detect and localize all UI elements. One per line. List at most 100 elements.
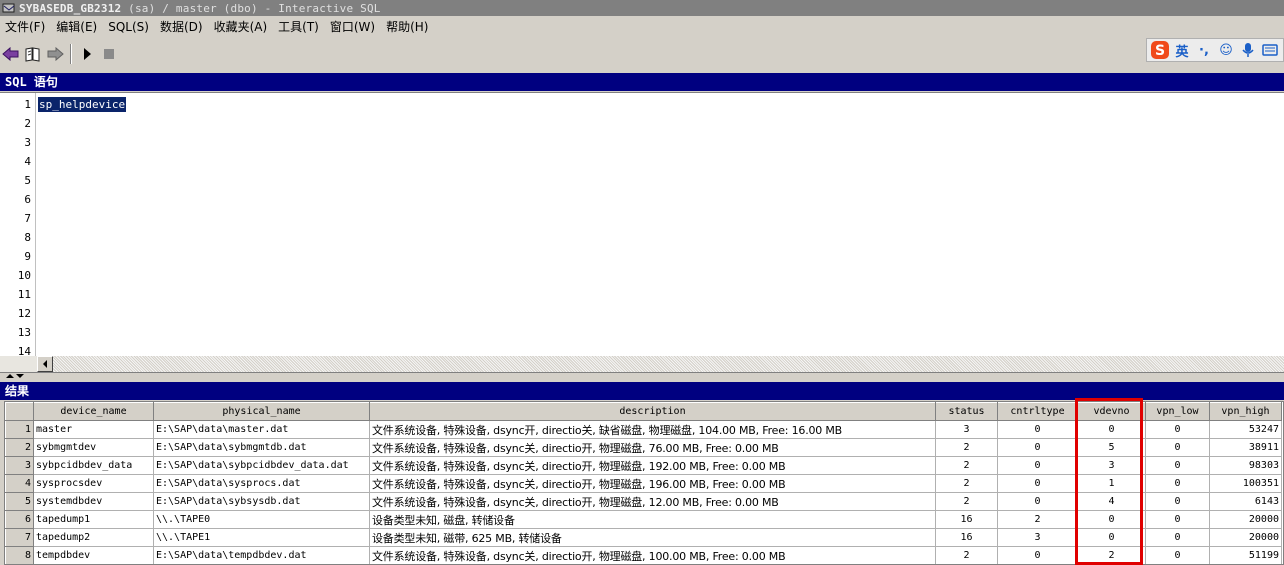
cell-vdevno[interactable]: 0 [1077,528,1146,547]
sql-editor[interactable]: 1 2 3 4 5 6 7 8 9 10 11 12 13 14 sp_help… [0,92,1284,358]
cell-description[interactable]: 文件系统设备, 特殊设备, dsync关, directio开, 物理磁盘, 1… [369,474,936,493]
cell-vpn-high[interactable]: 38911 [1209,438,1282,457]
sql-code-line[interactable]: sp_helpdevice [38,97,127,112]
menu-data[interactable]: 数据(D) [155,17,209,37]
cell-status[interactable]: 16 [935,528,998,547]
row-number[interactable]: 2 [5,438,34,457]
cell-vdevno[interactable]: 3 [1077,456,1146,475]
cell-device-name[interactable]: sysprocsdev [33,474,154,493]
table-row[interactable]: 2 sybmgmtdev E:\SAP\data\sybmgmtdb.dat 文件系统… [5,438,1282,457]
menu-favorites[interactable]: 收藏夹(A) [209,17,274,37]
cell-vdevno[interactable]: 0 [1077,420,1146,439]
table-row[interactable]: 6 tapedump1 \\.\TAPE0 设备类型未知, 磁盘, 转储设备 16 2 0 0… [5,510,1282,529]
cell-status[interactable]: 2 [935,438,998,457]
cell-physical-name[interactable]: E:\SAP\data\master.dat [153,420,370,439]
cell-physical-name[interactable]: E:\SAP\data\sybmgmtdb.dat [153,438,370,457]
splitter-arrows-icon[interactable] [4,373,24,379]
punctuation-icon[interactable]: ·, [1193,39,1215,61]
cell-device-name[interactable]: tapedump1 [33,510,154,529]
cell-cntrltype[interactable]: 0 [997,474,1078,493]
cell-description[interactable]: 文件系统设备, 特殊设备, dsync开, directio关, 缺省磁盘, 物… [369,420,936,439]
cell-physical-name[interactable]: E:\SAP\data\sysprocs.dat [153,474,370,493]
scroll-track[interactable] [53,356,1284,372]
cell-cntrltype[interactable]: 2 [997,510,1078,529]
cell-status[interactable]: 2 [935,492,998,511]
emoji-icon[interactable]: ☺ [1215,39,1237,61]
pane-splitter[interactable] [0,372,1284,380]
cell-cntrltype[interactable]: 0 [997,546,1078,564]
column-header-vdevno[interactable]: vdevno [1077,402,1146,421]
row-number[interactable]: 7 [5,528,34,547]
row-number[interactable]: 3 [5,456,34,475]
forward-arrow-icon[interactable] [44,43,66,65]
row-number[interactable]: 5 [5,492,34,511]
cell-vpn-high[interactable]: 20000 [1209,510,1282,529]
row-number[interactable]: 8 [5,546,34,564]
menu-window[interactable]: 窗口(W) [325,17,381,37]
cell-physical-name[interactable]: E:\SAP\data\sybsysdb.dat [153,492,370,511]
cell-vpn-low[interactable]: 0 [1145,492,1210,511]
sogou-logo-icon[interactable]: S [1149,39,1171,61]
row-number[interactable]: 6 [5,510,34,529]
cell-cntrltype[interactable]: 0 [997,438,1078,457]
row-number[interactable]: 1 [5,420,34,439]
cell-description[interactable]: 文件系统设备, 特殊设备, dsync关, directio开, 物理磁盘, 1… [369,456,936,475]
scroll-left-button[interactable] [37,356,53,372]
cell-vpn-low[interactable]: 0 [1145,438,1210,457]
table-row[interactable]: 8 tempdbdev E:\SAP\data\tempdbdev.dat 文件系统设… [5,546,1282,564]
cell-vpn-low[interactable]: 0 [1145,474,1210,493]
cell-physical-name[interactable]: E:\SAP\data\tempdbdev.dat [153,546,370,564]
column-header-vpn-high[interactable]: vpn_high [1209,402,1282,421]
cell-vdevno[interactable]: 1 [1077,474,1146,493]
cell-status[interactable]: 3 [935,420,998,439]
cell-vpn-low[interactable]: 0 [1145,456,1210,475]
cell-physical-name[interactable]: E:\SAP\data\sybpcidbdev_data.dat [153,456,370,475]
cell-vpn-high[interactable]: 6143 [1209,492,1282,511]
cell-device-name[interactable]: sybmgmtdev [33,438,154,457]
cell-device-name[interactable]: tempdbdev [33,546,154,564]
table-row[interactable]: 3 sybpcidbdev_data E:\SAP\data\sybpcidbdev… [5,456,1282,475]
cell-cntrltype[interactable]: 0 [997,420,1078,439]
cell-physical-name[interactable]: \\.\TAPE1 [153,528,370,547]
menu-edit[interactable]: 编辑(E) [51,17,103,37]
back-arrow-icon[interactable] [0,43,22,65]
cell-vpn-high[interactable]: 100351 [1209,474,1282,493]
row-number[interactable]: 4 [5,474,34,493]
column-header-status[interactable]: status [935,402,998,421]
cell-status[interactable]: 2 [935,474,998,493]
cell-description[interactable]: 设备类型未知, 磁盘, 转储设备 [369,510,936,529]
cell-status[interactable]: 16 [935,510,998,529]
cell-vpn-low[interactable]: 0 [1145,546,1210,564]
cell-vpn-high[interactable]: 51199 [1209,546,1282,564]
column-header-physical-name[interactable]: physical_name [153,402,370,421]
menu-help[interactable]: 帮助(H) [381,17,434,37]
cell-description[interactable]: 文件系统设备, 特殊设备, dsync关, directio开, 物理磁盘, 1… [369,546,936,564]
cell-device-name[interactable]: sybpcidbdev_data [33,456,154,475]
cell-vdevno[interactable]: 5 [1077,438,1146,457]
cell-vdevno[interactable]: 4 [1077,492,1146,511]
column-header-description[interactable]: description [369,402,936,421]
cell-vpn-high[interactable]: 53247 [1209,420,1282,439]
cell-vpn-high[interactable]: 20000 [1209,528,1282,547]
cell-vpn-low[interactable]: 0 [1145,420,1210,439]
cell-vpn-high[interactable]: 98303 [1209,456,1282,475]
column-header-device-name[interactable]: device_name [33,402,154,421]
corner-header[interactable] [5,402,34,421]
cell-cntrltype[interactable]: 0 [997,456,1078,475]
stop-icon[interactable] [98,43,120,65]
menu-tools[interactable]: 工具(T) [273,17,325,37]
ime-mode-label[interactable]: 英 [1171,39,1193,61]
table-row[interactable]: 1 master E:\SAP\data\master.dat 文件系统设备, 特殊设… [5,420,1282,439]
cell-vpn-low[interactable]: 0 [1145,528,1210,547]
cell-vdevno[interactable]: 0 [1077,510,1146,529]
table-row[interactable]: 7 tapedump2 \\.\TAPE1 设备类型未知, 磁带, 625 MB, 转… [5,528,1282,547]
cell-description[interactable]: 文件系统设备, 特殊设备, dsync关, directio开, 物理磁盘, 7… [369,438,936,457]
table-row[interactable]: 5 systemdbdev E:\SAP\data\sybsysdb.dat 文件系统… [5,492,1282,511]
cell-vpn-low[interactable]: 0 [1145,510,1210,529]
microphone-icon[interactable] [1237,39,1259,61]
cell-status[interactable]: 2 [935,456,998,475]
open-book-icon[interactable] [22,43,44,65]
cell-physical-name[interactable]: \\.\TAPE0 [153,510,370,529]
cell-device-name[interactable]: tapedump2 [33,528,154,547]
cell-device-name[interactable]: master [33,420,154,439]
